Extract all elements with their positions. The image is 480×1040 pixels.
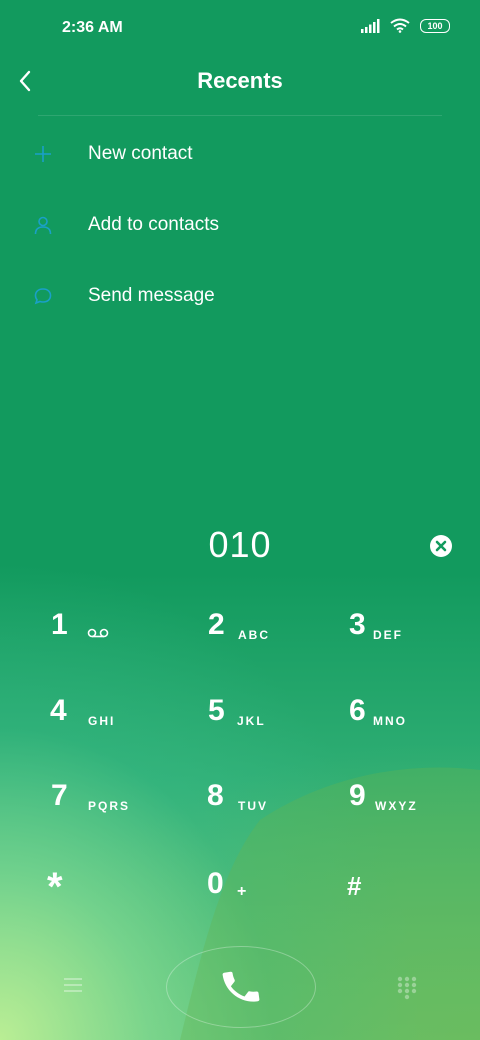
key-star[interactable]: * bbox=[45, 845, 195, 925]
person-icon bbox=[33, 215, 53, 235]
key-letters: WXYZ bbox=[375, 799, 418, 813]
signal-icon bbox=[361, 18, 380, 33]
key-digit: 4 bbox=[50, 694, 67, 727]
key-digit: * bbox=[47, 865, 63, 909]
add-to-contacts-label: Add to contacts bbox=[88, 213, 219, 235]
key-letters: PQRS bbox=[88, 799, 131, 813]
menu-button[interactable] bbox=[60, 972, 86, 998]
dialed-number-row: 010 bbox=[0, 518, 480, 576]
phone-icon bbox=[222, 971, 260, 1002]
header-divider bbox=[38, 115, 442, 116]
add-to-contacts-item[interactable]: Add to contacts bbox=[0, 189, 480, 260]
key-1[interactable]: 1 bbox=[45, 586, 195, 666]
chat-bubble-icon bbox=[33, 286, 53, 306]
key-digit: # bbox=[347, 871, 362, 901]
key-4[interactable]: 4 GHI bbox=[45, 672, 195, 752]
send-message-item[interactable]: Send message bbox=[0, 260, 480, 331]
new-contact-item[interactable]: New contact bbox=[0, 118, 480, 189]
key-5[interactable]: 5 JKL bbox=[200, 672, 350, 752]
new-contact-label: New contact bbox=[88, 142, 193, 164]
key-digit: 6 bbox=[349, 694, 366, 727]
key-hash[interactable]: # bbox=[342, 845, 480, 925]
key-digit: 1 bbox=[51, 608, 68, 641]
backspace-clear-icon bbox=[430, 535, 452, 557]
key-letters: DEF bbox=[373, 628, 403, 642]
key-7[interactable]: 7 PQRS bbox=[45, 757, 195, 837]
key-9[interactable]: 9 WXYZ bbox=[342, 757, 480, 837]
wifi-icon bbox=[390, 18, 410, 33]
key-digit: 8 bbox=[207, 779, 224, 812]
status-time: 2:36 AM bbox=[62, 19, 123, 36]
key-digit: 9 bbox=[349, 779, 366, 812]
status-icons: 100 bbox=[360, 18, 450, 33]
voicemail-icon bbox=[87, 628, 109, 638]
dialed-number: 010 bbox=[208, 524, 272, 565]
dialpad-icon bbox=[397, 976, 417, 1000]
action-list: New contact Add to contacts Send message bbox=[0, 118, 480, 331]
key-0[interactable]: 0 + bbox=[200, 845, 350, 925]
key-letters: JKL bbox=[237, 714, 266, 728]
bottom-action-bar bbox=[0, 942, 480, 1032]
key-3[interactable]: 3 DEF bbox=[342, 586, 480, 666]
header: Recents bbox=[0, 56, 480, 116]
dialpad-toggle-button[interactable] bbox=[396, 975, 418, 1001]
key-letters: + bbox=[237, 883, 249, 900]
key-2[interactable]: 2 ABC bbox=[200, 586, 350, 666]
key-digit: 3 bbox=[349, 608, 366, 641]
send-message-label: Send message bbox=[88, 284, 215, 306]
key-8[interactable]: 8 TUV bbox=[200, 757, 350, 837]
key-letters: ABC bbox=[238, 628, 270, 642]
battery-icon: 100 bbox=[420, 18, 450, 33]
status-bar: 2:36 AM 100 bbox=[0, 0, 480, 56]
delete-button[interactable] bbox=[430, 535, 452, 557]
key-letters: MNO bbox=[373, 714, 407, 728]
hamburger-menu-icon bbox=[64, 978, 82, 992]
key-digit: 0 bbox=[207, 867, 224, 900]
key-digit: 7 bbox=[51, 779, 68, 812]
key-letters: TUV bbox=[238, 799, 268, 813]
page-title: Recents bbox=[197, 68, 283, 93]
call-button[interactable] bbox=[166, 946, 316, 1028]
battery-level: 100 bbox=[427, 20, 443, 31]
key-digit: 5 bbox=[208, 694, 225, 727]
key-letters: GHI bbox=[88, 714, 116, 728]
key-6[interactable]: 6 MNO bbox=[342, 672, 480, 752]
plus-icon bbox=[33, 144, 53, 164]
key-digit: 2 bbox=[208, 608, 225, 641]
